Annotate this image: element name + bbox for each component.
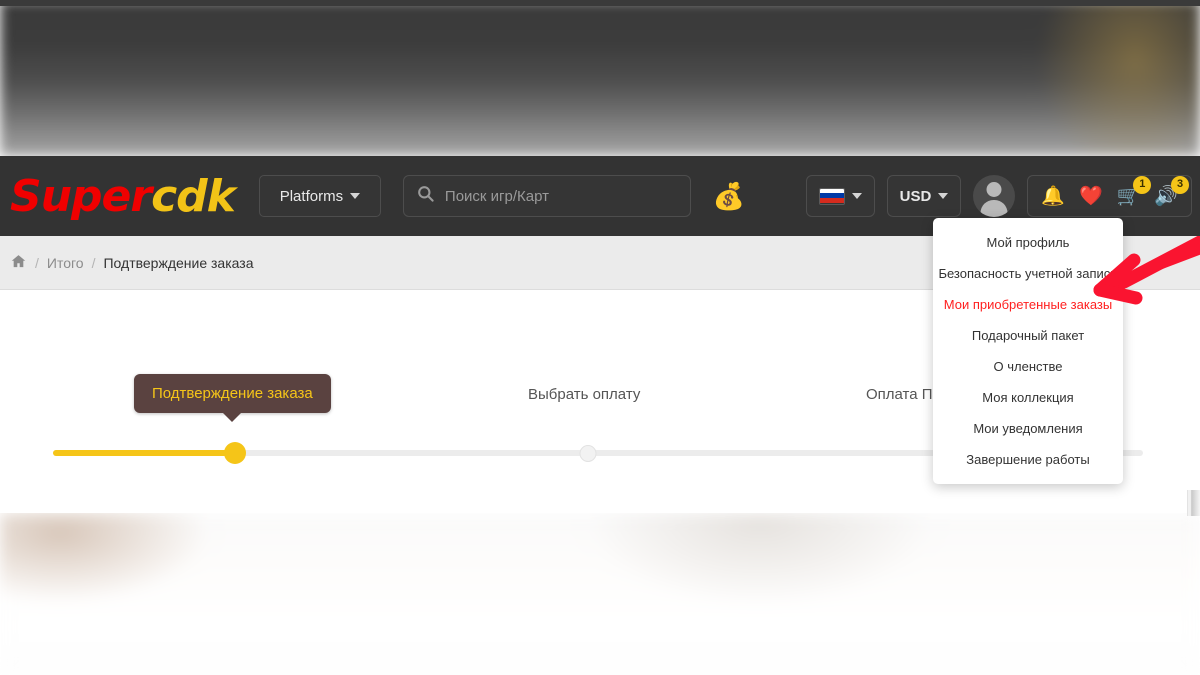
step-label-payment: Оплата П (866, 386, 933, 403)
cart-badge: 1 (1133, 175, 1152, 194)
vertical-scrollbar[interactable] (1187, 490, 1200, 516)
avatar[interactable] (973, 175, 1016, 217)
account-dropdown-menu: Мой профиль Безопасность учетной записи … (933, 218, 1123, 484)
speaker-badge: 3 (1171, 175, 1189, 194)
checkout-progress-fill (53, 450, 235, 456)
money-bag-icon[interactable]: 💰 (713, 183, 745, 209)
currency-label: USD (899, 187, 932, 205)
home-icon[interactable] (10, 253, 27, 273)
site-logo[interactable]: Supercdk (10, 170, 236, 222)
language-selector[interactable] (805, 175, 875, 217)
breadcrumb-separator: / (91, 254, 96, 271)
search-icon (416, 184, 435, 208)
menu-item-gift-package[interactable]: Подарочный пакет (933, 320, 1123, 351)
platforms-button[interactable]: Platforms (258, 175, 381, 217)
cart-icon[interactable]: 🛒 1 (1117, 175, 1152, 206)
step-tooltip-label: Подтверждение заказа (152, 385, 313, 402)
blurred-top-region (0, 0, 1200, 156)
header-right-group: USD 🔔 ❤️ 🛒 1 🔊 3 (805, 175, 1192, 217)
step-tooltip-order-confirmation: Подтверждение заказа (134, 374, 331, 413)
checkout-step-knob-pending[interactable] (579, 445, 597, 462)
chevron-down-icon (350, 193, 361, 199)
menu-item-my-collection[interactable]: Моя коллекция (933, 382, 1123, 413)
russia-flag-icon (818, 187, 845, 205)
page-root: Supercdk Platforms 💰 USD (0, 0, 1200, 675)
logo-text-secondary: cdk (151, 170, 236, 222)
blurred-top-edge (0, 0, 1200, 6)
menu-item-my-profile[interactable]: Мой профиль (933, 227, 1123, 258)
checkout-step-knob-active[interactable] (224, 442, 246, 464)
menu-item-account-security[interactable]: Безопасность учетной записи (933, 258, 1123, 289)
speaker-icon[interactable]: 🔊 3 (1154, 175, 1189, 206)
menu-item-logout[interactable]: Завершение работы (933, 444, 1123, 475)
logo-text-primary: Super (10, 170, 152, 222)
currency-selector[interactable]: USD (886, 175, 962, 217)
menu-item-about-membership[interactable]: О членстве (933, 351, 1123, 382)
platforms-button-label: Platforms (279, 187, 344, 205)
breadcrumb-item-current: Подтверждение заказа (103, 254, 254, 271)
heart-icon[interactable]: ❤️ (1079, 187, 1103, 206)
menu-item-my-purchased-orders[interactable]: Мои приобретенные заказы (933, 289, 1123, 320)
bell-icon[interactable]: 🔔 (1041, 187, 1065, 206)
search-input[interactable] (444, 187, 678, 205)
blurred-bottom-region (0, 513, 1200, 675)
chevron-down-icon (938, 193, 949, 199)
breadcrumb-separator: / (35, 254, 39, 271)
menu-item-my-notifications[interactable]: Мои уведомления (933, 413, 1123, 444)
step-label-select-payment: Выбрать оплату (528, 386, 641, 403)
chevron-down-icon (851, 193, 862, 199)
breadcrumb-item-totals[interactable]: Итого (47, 255, 84, 271)
search-box[interactable] (402, 175, 691, 217)
header-icon-group: 🔔 ❤️ 🛒 1 🔊 3 (1027, 175, 1192, 217)
